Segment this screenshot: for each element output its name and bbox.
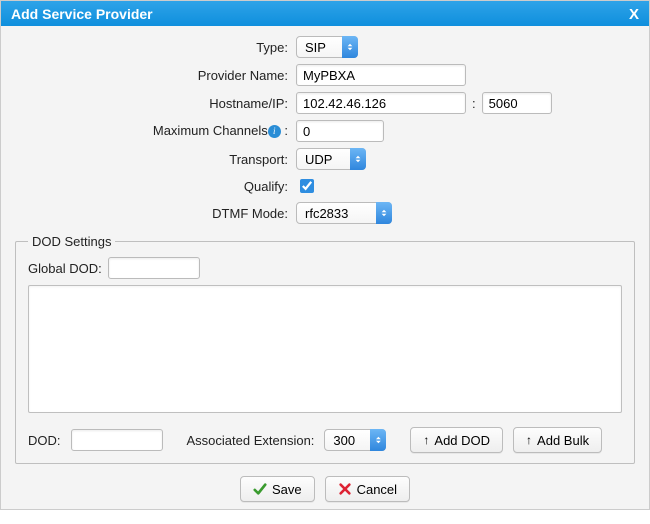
up-arrow-icon: ↑: [526, 434, 532, 446]
row-qualify: Qualify:: [15, 176, 635, 196]
dod-list-box[interactable]: [28, 285, 622, 413]
hostname-input[interactable]: [296, 92, 466, 114]
dialog-body: Type: SIP Provider Name: Hostname/IP: :: [1, 26, 649, 524]
row-transport: Transport: UDP: [15, 148, 635, 170]
dod-input[interactable]: [71, 429, 163, 451]
close-button[interactable]: X: [629, 7, 639, 22]
max-channels-label: Maximum Channelsi :: [15, 123, 290, 138]
transport-select-wrap: UDP: [296, 148, 366, 170]
hostname-label: Hostname/IP:: [15, 96, 290, 111]
assoc-ext-label: Associated Extension:: [187, 433, 315, 448]
type-label: Type:: [15, 40, 290, 55]
assoc-ext-select-wrap: 300: [324, 429, 386, 451]
dtmf-select-wrap: rfc2833: [296, 202, 392, 224]
type-select-wrap: SIP: [296, 36, 358, 58]
add-service-provider-dialog: Add Service Provider X Type: SIP Provide…: [0, 0, 650, 510]
row-hostname: Hostname/IP: :: [15, 92, 635, 114]
global-dod-input[interactable]: [108, 257, 200, 279]
provider-name-input[interactable]: [296, 64, 466, 86]
row-type: Type: SIP: [15, 36, 635, 58]
add-dod-button[interactable]: ↑ Add DOD: [410, 427, 503, 453]
row-global-dod: Global DOD:: [28, 257, 622, 279]
add-bulk-label: Add Bulk: [537, 433, 589, 448]
cancel-label: Cancel: [357, 482, 397, 497]
save-label: Save: [272, 482, 302, 497]
info-icon[interactable]: i: [268, 125, 281, 138]
dod-label: DOD:: [28, 433, 61, 448]
qualify-label: Qualify:: [15, 179, 290, 194]
check-icon: [253, 482, 267, 496]
max-channels-colon: :: [284, 123, 288, 138]
title-bar: Add Service Provider X: [1, 1, 649, 26]
dtmf-label: DTMF Mode:: [15, 206, 290, 221]
form-rows: Type: SIP Provider Name: Hostname/IP: :: [15, 36, 635, 224]
dialog-footer: Save Cancel: [15, 464, 635, 516]
port-separator: :: [472, 96, 476, 111]
row-provider-name: Provider Name:: [15, 64, 635, 86]
dialog-title: Add Service Provider: [11, 6, 153, 22]
cancel-button[interactable]: Cancel: [325, 476, 410, 502]
max-channels-label-text: Maximum Channels: [153, 123, 268, 138]
up-arrow-icon: ↑: [423, 434, 429, 446]
dod-settings-group: DOD Settings Global DOD: DOD: Associated…: [15, 234, 635, 464]
type-select[interactable]: SIP: [296, 36, 358, 58]
add-dod-label: Add DOD: [434, 433, 490, 448]
dtmf-select[interactable]: rfc2833: [296, 202, 392, 224]
global-dod-label: Global DOD:: [28, 261, 102, 276]
x-icon: [338, 482, 352, 496]
transport-label: Transport:: [15, 152, 290, 167]
save-button[interactable]: Save: [240, 476, 315, 502]
provider-name-label: Provider Name:: [15, 68, 290, 83]
dod-legend: DOD Settings: [28, 234, 115, 249]
add-bulk-button[interactable]: ↑ Add Bulk: [513, 427, 602, 453]
assoc-ext-select[interactable]: 300: [324, 429, 386, 451]
qualify-checkbox[interactable]: [300, 179, 314, 193]
transport-select[interactable]: UDP: [296, 148, 366, 170]
port-input[interactable]: [482, 92, 552, 114]
max-channels-input[interactable]: [296, 120, 384, 142]
row-max-channels: Maximum Channelsi :: [15, 120, 635, 142]
row-dod-bottom: DOD: Associated Extension: 300 ↑Add DOD …: [28, 427, 622, 453]
row-dtmf: DTMF Mode: rfc2833: [15, 202, 635, 224]
